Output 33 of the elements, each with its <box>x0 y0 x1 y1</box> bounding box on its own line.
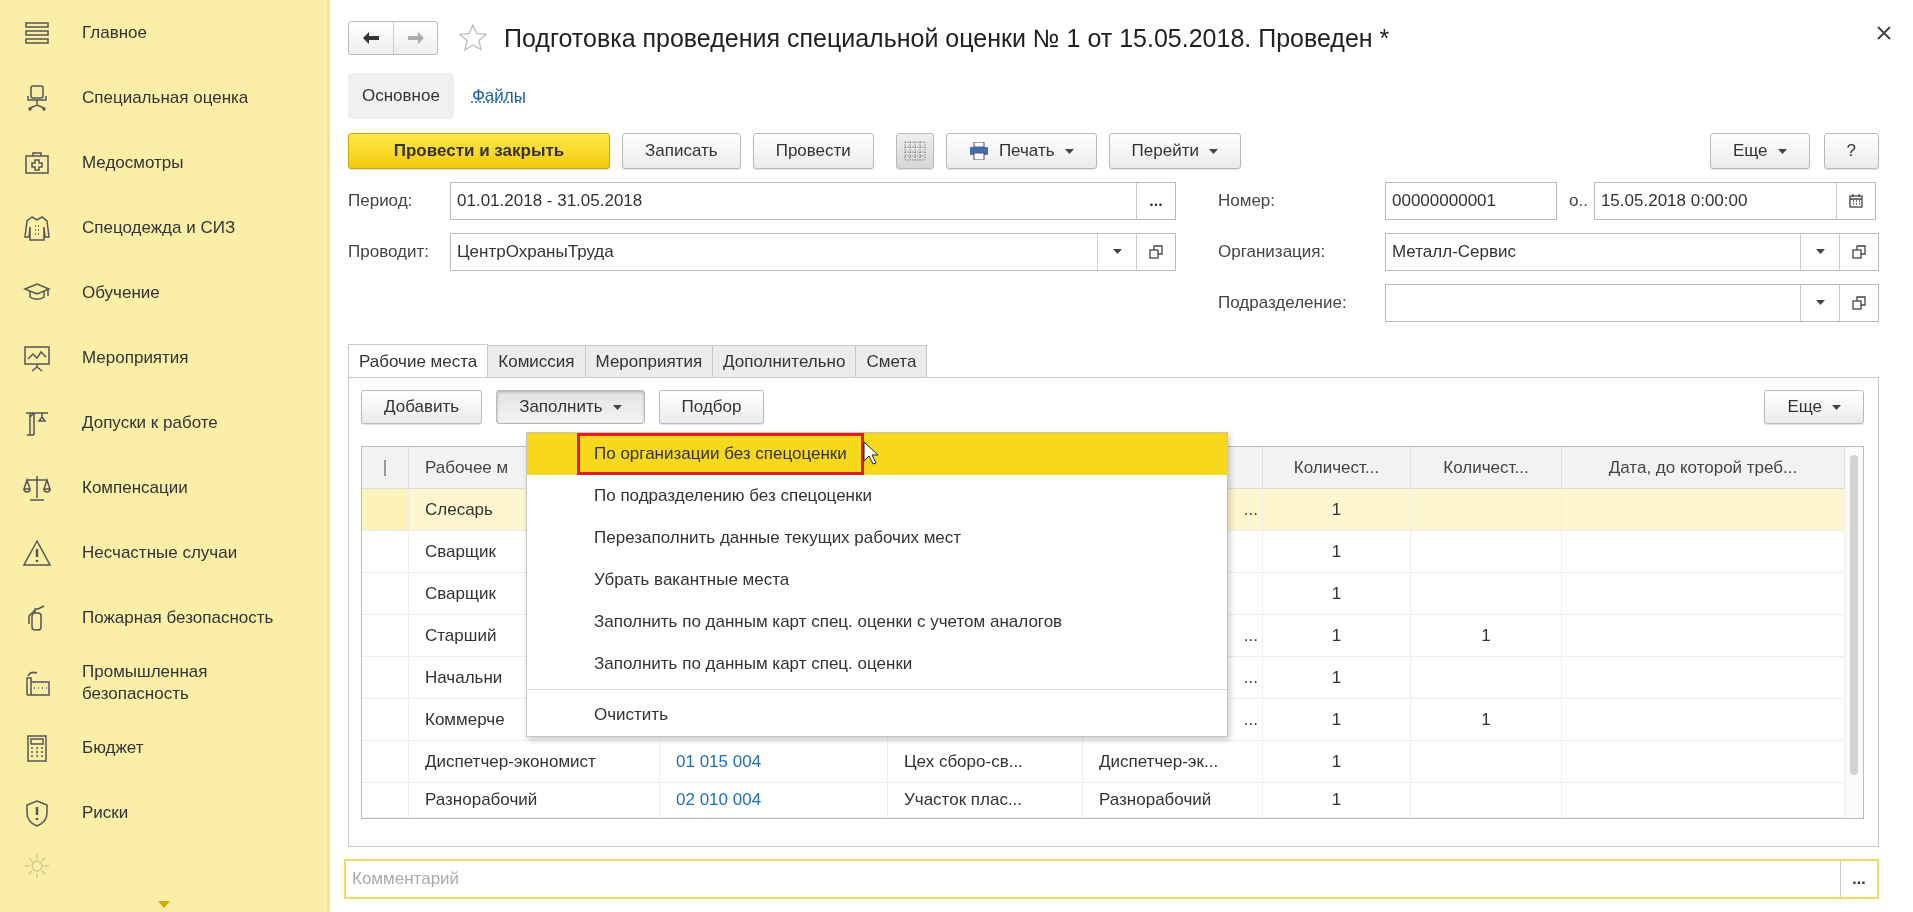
table-cell: 1 <box>1481 709 1491 730</box>
table-cell: 1 <box>1331 625 1342 646</box>
table-cell: ... <box>1243 709 1258 730</box>
table-cell: 1 <box>1331 499 1342 520</box>
table-cell: 1 <box>1481 625 1491 646</box>
table-cell: Цех сборо-св... <box>904 751 1023 772</box>
field-label: Подразделение: <box>1218 292 1348 313</box>
table-cell: 1 <box>1331 709 1342 730</box>
field-label: Организация: <box>1218 241 1327 262</box>
table-cell: Разнорабочий <box>1099 790 1212 810</box>
field-label: о.. <box>1569 190 1588 211</box>
table-cell: Старший <box>425 625 497 646</box>
table-cell: 1 <box>1331 667 1342 688</box>
table-cell: Начальни <box>425 667 503 688</box>
field-label: Проводит: <box>348 241 430 262</box>
table-cell: Разнорабочий <box>425 790 538 810</box>
table-cell: Участок плас... <box>904 790 1023 810</box>
table-cell: ... <box>1243 625 1258 646</box>
window-title: Подготовка проведения специальной оценки № 1 от 15.05.2018. Проведен * <box>504 23 1390 53</box>
table-cell: ... <box>1243 499 1258 520</box>
table-cell: ... <box>1243 667 1258 688</box>
field-label: Номер: <box>1218 190 1277 211</box>
table-cell: 1 <box>1331 541 1342 562</box>
field-label: Период: <box>348 190 414 211</box>
table-cell: 1 <box>1331 751 1342 772</box>
table-cell: Диспетчер-экономист <box>425 751 596 772</box>
table-cell: Сварщик <box>425 583 496 604</box>
table-cell: Коммерче <box>425 709 505 730</box>
table-cell: 1 <box>1331 583 1342 604</box>
table-cell: Слесарь <box>425 499 493 520</box>
table-cell: Диспетчер-эк... <box>1099 751 1219 772</box>
table-cell: 1 <box>1331 790 1342 810</box>
table-cell: Сварщик <box>425 541 496 562</box>
